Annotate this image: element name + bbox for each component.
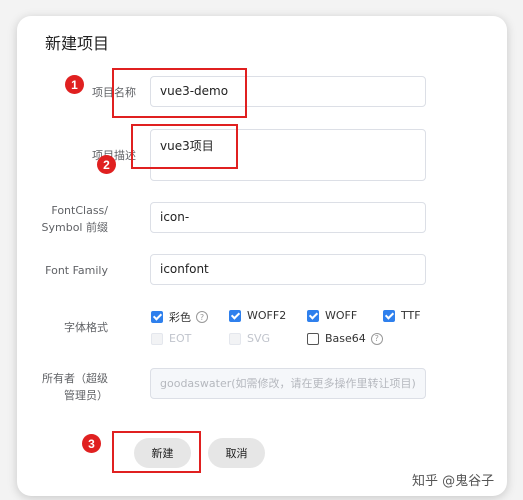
annotation-badge-3: 3 — [82, 434, 101, 453]
format-base64-checkbox[interactable]: Base64 ? — [307, 332, 383, 345]
checkbox-checked-icon — [151, 311, 163, 323]
checkbox-checked-icon — [383, 309, 395, 322]
cancel-button[interactable]: 取消 — [208, 438, 265, 468]
project-desc-label: 项目描述 — [92, 149, 136, 162]
format-ttf-checkbox[interactable]: TTF — [383, 309, 421, 322]
project-name-input[interactable]: vue3-demo — [150, 76, 426, 107]
checkbox-checked-icon — [307, 309, 319, 322]
checkbox-unchecked-icon — [307, 332, 319, 345]
checkbox-disabled-icon — [151, 332, 163, 345]
help-icon[interactable]: ? — [370, 332, 383, 345]
format-color-checkbox[interactable]: 彩色 ? — [151, 309, 208, 325]
fontclass-prefix-input[interactable]: icon- — [150, 202, 426, 233]
annotation-badge-2: 2 — [97, 155, 116, 174]
create-button[interactable]: 新建 — [134, 438, 191, 468]
project-desc-textarea[interactable]: vue3项目 — [150, 129, 426, 181]
owner-input: goodaswater(如需修改，请在更多操作里转让项目) — [150, 368, 426, 399]
format-svg-checkbox: SVG — [229, 332, 270, 345]
help-icon[interactable]: ? — [196, 311, 208, 323]
owner-label: 所有者（超级 管理员） — [42, 372, 108, 402]
font-family-label: Font Family — [45, 264, 108, 277]
format-woff2-checkbox[interactable]: WOFF2 — [229, 309, 286, 322]
font-family-input[interactable]: iconfont — [150, 254, 426, 285]
project-name-label: 项目名称 — [92, 86, 136, 99]
format-eot-checkbox: EOT — [151, 332, 191, 345]
fontclass-label: FontClass/ Symbol 前缀 — [41, 204, 108, 234]
checkbox-disabled-icon — [229, 332, 241, 345]
font-format-label: 字体格式 — [64, 321, 108, 334]
format-woff-checkbox[interactable]: WOFF — [307, 309, 357, 322]
checkbox-checked-icon — [229, 309, 241, 322]
dialog-title: 新建项目 — [45, 34, 110, 53]
zhihu-watermark: 知乎 @鬼谷子 — [412, 474, 495, 489]
annotation-badge-1: 1 — [65, 75, 84, 94]
